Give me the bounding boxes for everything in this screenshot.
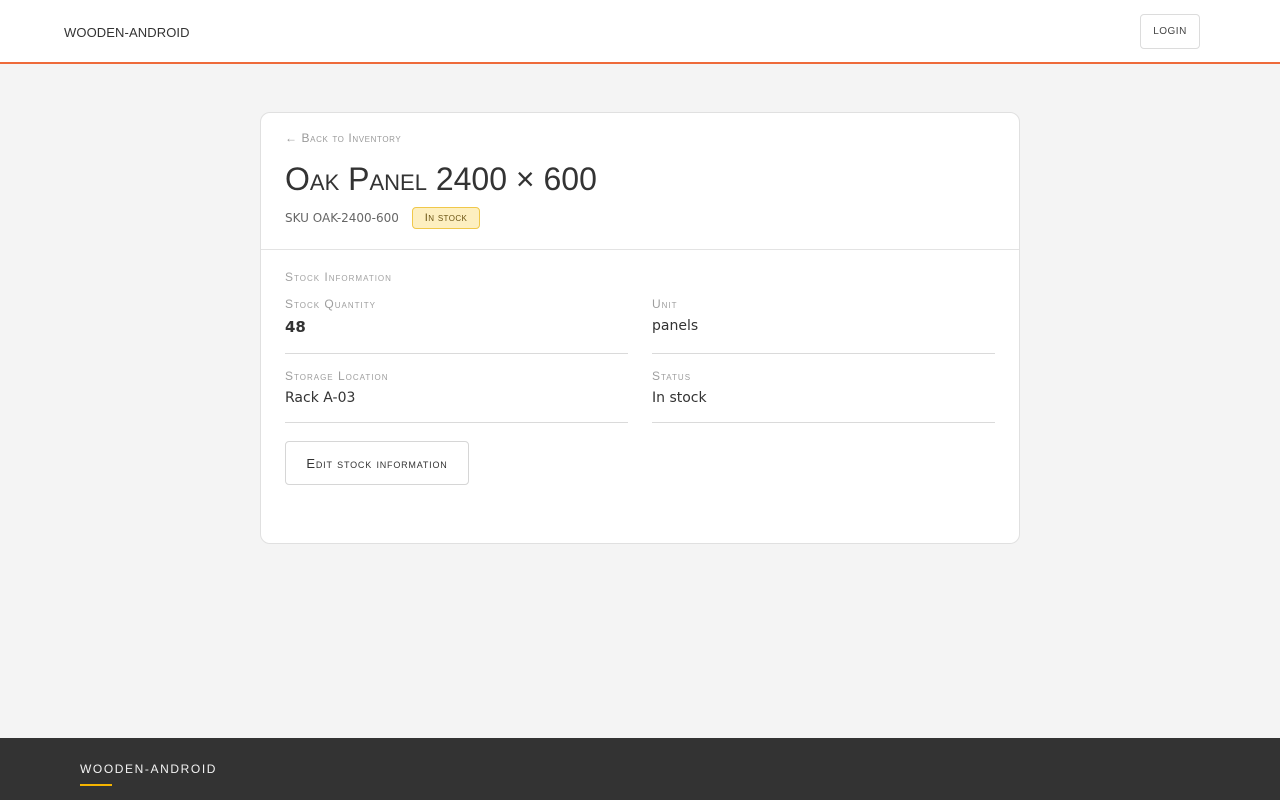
field-label: Storage Location (285, 369, 389, 383)
sku-text: SKU OAK-2400-600 (285, 211, 399, 225)
login-button[interactable]: LOGIN (1140, 14, 1200, 49)
status-value: In stock (652, 390, 707, 406)
footer-accent-line (80, 784, 112, 786)
status-badge: In stock (412, 207, 480, 229)
field-label: Unit (652, 297, 678, 311)
item-header: ← Back to Inventory Oak Panel 2400 × 600… (261, 113, 1019, 250)
stock-quantity-value: 48 (285, 318, 306, 336)
top-navbar: WOODEN-ANDROID LOGIN (0, 0, 1280, 64)
storage-location-field: Storage Location Rack A-03 (285, 369, 628, 423)
unit-value: panels (652, 318, 699, 334)
field-label: Stock Quantity (285, 297, 376, 311)
footer-brand: WOODEN-ANDROID (80, 762, 218, 776)
footer: WOODEN-ANDROID (0, 738, 1280, 800)
section-title: Stock Information (285, 270, 392, 284)
stock-quantity-field: Stock Quantity 48 (285, 297, 628, 354)
back-to-inventory-link[interactable]: ← Back to Inventory (285, 131, 401, 145)
storage-location-value: Rack A-03 (285, 390, 356, 406)
field-label: Status (652, 369, 692, 383)
brand-logo[interactable]: WOODEN-ANDROID (64, 25, 190, 40)
unit-field: Unit panels (652, 297, 995, 354)
status-field: Status In stock (652, 369, 995, 423)
item-detail-card: ← Back to Inventory Oak Panel 2400 × 600… (260, 112, 1020, 544)
page-title: Oak Panel 2400 × 600 (285, 161, 597, 197)
edit-stock-button[interactable]: Edit stock information (285, 441, 469, 485)
